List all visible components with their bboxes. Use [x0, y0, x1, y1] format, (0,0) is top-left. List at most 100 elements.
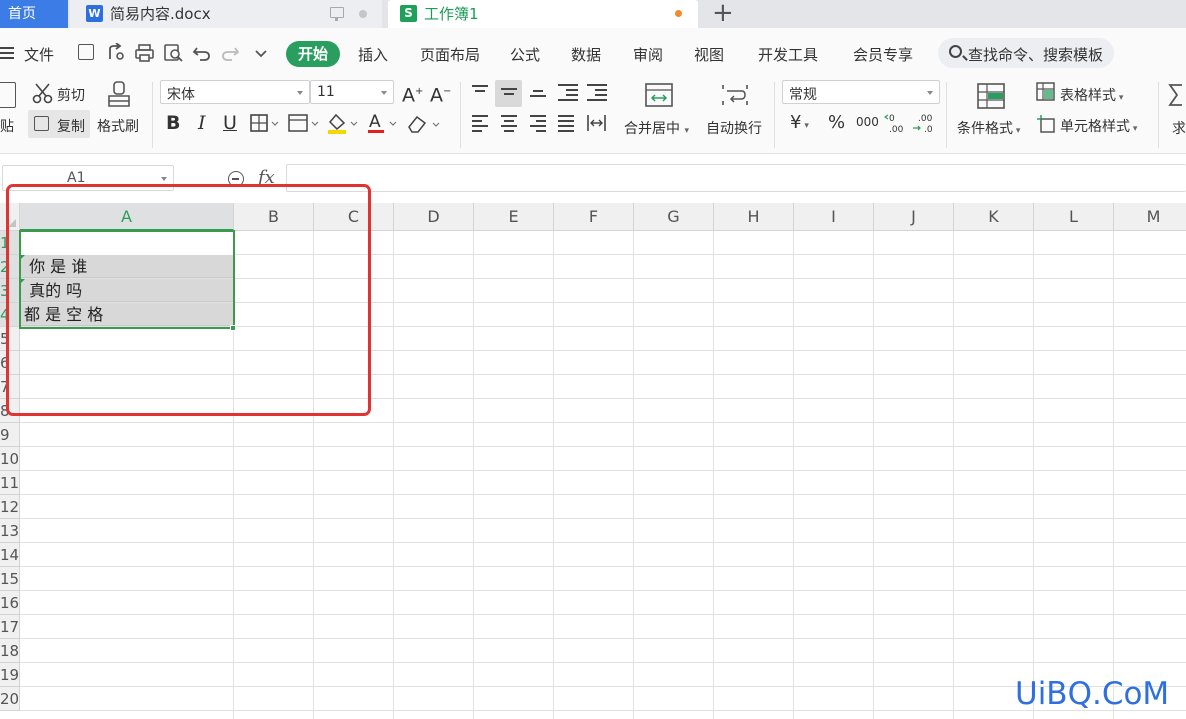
align-middle-icon[interactable]	[501, 88, 517, 98]
tab-status-dot-icon[interactable]	[359, 10, 367, 18]
merge-center-icon[interactable]	[644, 82, 674, 108]
print-icon[interactable]	[134, 43, 156, 63]
row-header-5[interactable]: 5	[0, 327, 20, 351]
bold-button[interactable]: B	[166, 113, 180, 133]
menu-view[interactable]: 视图	[694, 44, 724, 65]
borders-icon[interactable]	[250, 114, 280, 134]
cell-shading-icon[interactable]	[288, 114, 320, 134]
row-header-10[interactable]: 10	[0, 447, 20, 471]
row-header-3[interactable]: 3	[0, 279, 20, 303]
column-header-f[interactable]: F	[554, 203, 634, 231]
row-header-1[interactable]: 1	[0, 231, 20, 255]
cell-a4[interactable]: 都 是 空 格	[20, 303, 234, 326]
font-size-select[interactable]: 11	[310, 80, 394, 104]
column-header-a[interactable]: A	[20, 203, 234, 231]
row-header-11[interactable]: 11	[0, 471, 20, 495]
font-name-select[interactable]: 宋体	[160, 80, 310, 104]
row-header-15[interactable]: 15	[0, 567, 20, 591]
redo-icon[interactable]	[220, 44, 240, 62]
export-icon[interactable]	[106, 43, 126, 63]
row-header-6[interactable]: 6	[0, 351, 20, 375]
tab-start[interactable]: 开始	[286, 41, 340, 67]
command-search-box[interactable]: 查找命令、搜索模板	[938, 38, 1114, 68]
menu-developer[interactable]: 开发工具	[758, 44, 818, 65]
column-header-m[interactable]: M	[1114, 203, 1186, 231]
merge-center-button[interactable]: 合并居中 ▾	[624, 118, 689, 138]
column-header-d[interactable]: D	[394, 203, 474, 231]
align-right-icon[interactable]	[530, 115, 546, 135]
formula-input[interactable]	[286, 164, 1186, 192]
column-header-l[interactable]: L	[1034, 203, 1114, 231]
select-all-corner[interactable]	[0, 203, 20, 231]
decrease-decimal-icon[interactable]: .00.0	[912, 111, 936, 135]
table-style-button[interactable]: 表格样式 ▾	[1060, 85, 1123, 105]
row-header-20[interactable]: 20	[0, 687, 20, 711]
copy-button[interactable]: 复制	[57, 116, 85, 136]
row-header-16[interactable]: 16	[0, 591, 20, 615]
tab-workbook[interactable]: S 工作簿1	[388, 0, 698, 28]
tab-docx-document[interactable]: W 简易内容.docx	[70, 0, 382, 28]
eraser-icon[interactable]	[406, 113, 442, 135]
align-top-icon[interactable]	[472, 85, 488, 95]
cell-a1-active[interactable]	[20, 231, 234, 255]
paste-icon[interactable]	[0, 82, 16, 108]
zoom-out-icon[interactable]	[228, 171, 244, 187]
row-header-9[interactable]: 9	[0, 423, 20, 447]
increase-decimal-icon[interactable]: 0.00	[884, 111, 908, 135]
insert-function-button[interactable]: fx	[258, 167, 275, 188]
menu-formulas[interactable]: 公式	[510, 44, 540, 65]
currency-button[interactable]: ¥ ▾	[790, 113, 809, 136]
new-tab-button[interactable]: +	[712, 0, 734, 28]
table-style-icon[interactable]	[1036, 82, 1056, 102]
increase-font-size-icon[interactable]: A+	[402, 82, 423, 105]
hamburger-menu-icon[interactable]	[0, 47, 14, 59]
decrease-font-size-icon[interactable]: A−	[430, 82, 451, 105]
column-header-c[interactable]: C	[314, 203, 394, 231]
align-left-icon[interactable]	[472, 115, 488, 135]
row-header-17[interactable]: 17	[0, 615, 20, 639]
increase-indent-icon[interactable]	[587, 84, 607, 104]
number-format-select[interactable]: 常规	[782, 80, 940, 104]
menu-member[interactable]: 会员专享	[853, 44, 913, 65]
row-header-7[interactable]: 7	[0, 375, 20, 399]
name-box[interactable]: A1	[2, 165, 174, 191]
column-header-b[interactable]: B	[234, 203, 314, 231]
percent-button[interactable]: %	[828, 113, 845, 133]
spreadsheet-grid[interactable]: A B C D E F G H I J K L M 1 2 3 4 5 6 7 …	[0, 203, 1186, 719]
unsaved-dot-icon[interactable]	[675, 10, 682, 17]
column-header-e[interactable]: E	[474, 203, 554, 231]
tab-home[interactable]: 首页	[0, 0, 68, 28]
copy-icon[interactable]	[34, 116, 49, 131]
menu-review[interactable]: 审阅	[633, 44, 663, 65]
row-header-12[interactable]: 12	[0, 495, 20, 519]
row-header-8[interactable]: 8	[0, 399, 20, 423]
monitor-icon[interactable]	[330, 7, 344, 21]
underline-button[interactable]: U	[223, 113, 237, 133]
distributed-align-icon[interactable]	[586, 113, 608, 133]
menu-insert[interactable]: 插入	[358, 44, 388, 65]
quick-access-dropdown-icon[interactable]	[254, 49, 268, 59]
column-header-i[interactable]: I	[794, 203, 874, 231]
row-header-2[interactable]: 2	[0, 255, 20, 279]
justify-icon[interactable]	[558, 115, 574, 135]
align-center-icon[interactable]	[501, 115, 517, 135]
conditional-format-button[interactable]: 条件格式 ▾	[957, 118, 1020, 138]
conditional-format-icon[interactable]	[976, 82, 1006, 110]
column-header-g[interactable]: G	[634, 203, 714, 231]
fill-handle[interactable]	[230, 325, 236, 331]
column-header-h[interactable]: H	[714, 203, 794, 231]
paste-button-label[interactable]: 贴	[0, 116, 14, 136]
format-painter-button[interactable]: 格式刷	[97, 116, 139, 136]
font-color-icon[interactable]: A	[366, 112, 400, 136]
italic-button[interactable]: I	[198, 113, 206, 133]
cell-style-button[interactable]: 单元格样式 ▾	[1060, 116, 1137, 136]
format-painter-icon[interactable]	[104, 80, 134, 110]
column-header-k[interactable]: K	[954, 203, 1034, 231]
decrease-indent-icon[interactable]	[558, 84, 578, 104]
row-header-14[interactable]: 14	[0, 543, 20, 567]
fill-color-icon[interactable]	[326, 112, 360, 136]
thousands-button[interactable]: 000	[856, 112, 879, 132]
row-header-4[interactable]: 4	[0, 303, 20, 327]
wrap-text-icon[interactable]	[720, 82, 750, 108]
cell-style-icon[interactable]	[1036, 114, 1056, 134]
